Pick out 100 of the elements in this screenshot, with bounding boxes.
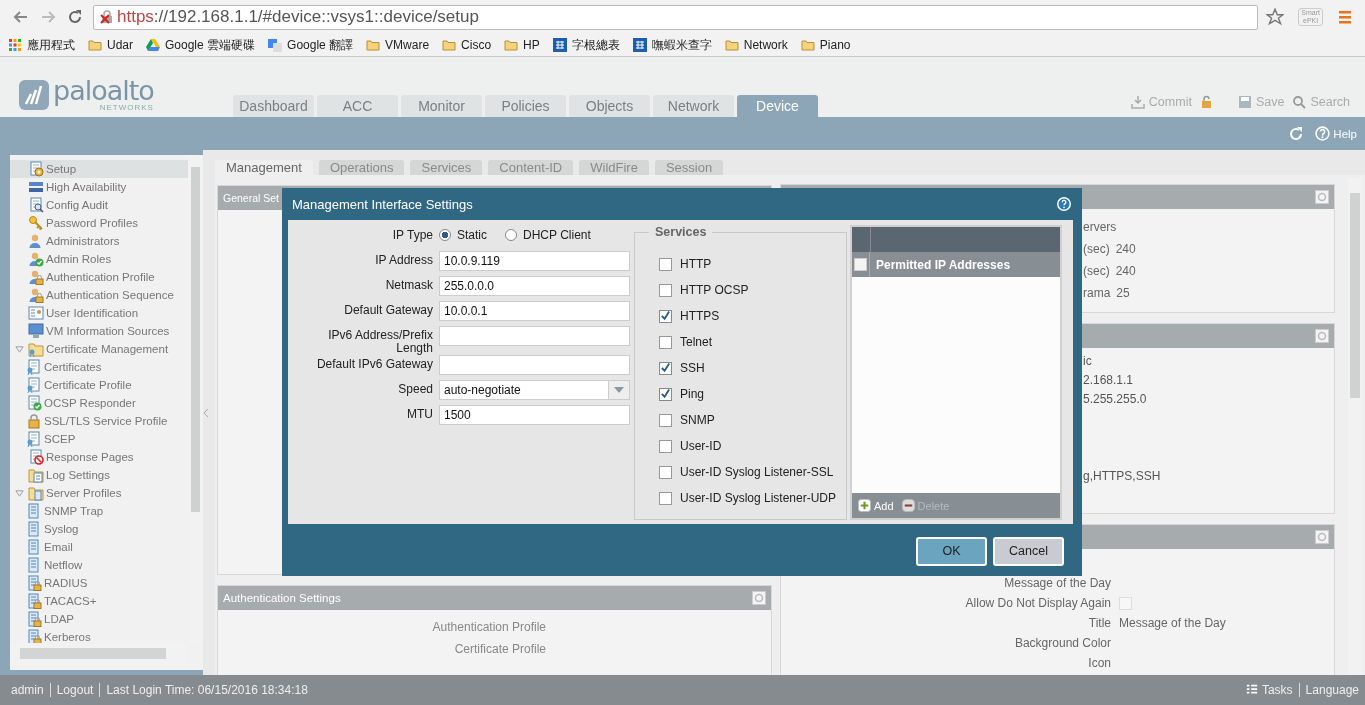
nav-tab[interactable]: Network <box>653 95 734 117</box>
bookmark[interactable]: 嘸蝦米查字 <box>632 36 712 54</box>
bookmark[interactable]: VMware <box>366 38 430 52</box>
tree-item[interactable]: TACACS+ <box>10 592 188 610</box>
tab[interactable]: Services <box>410 160 483 175</box>
radio-button[interactable]: Static <box>439 226 487 244</box>
tree-item[interactable]: Certificates <box>10 358 188 376</box>
reload-icon[interactable] <box>67 9 83 25</box>
text-field[interactable]: 1500 <box>439 405 630 425</box>
tree-item[interactable]: SNMP Trap <box>10 502 188 520</box>
tree-item[interactable]: SSL/TLS Service Profile <box>10 412 188 430</box>
tree-item[interactable]: Netflow <box>10 556 188 574</box>
checkbox[interactable]: Ping <box>659 381 846 407</box>
checkbox[interactable]: User-ID Syslog Listener-UDP <box>659 485 846 511</box>
checkbox[interactable]: SNMP <box>659 407 846 433</box>
text-field[interactable]: 255.0.0.0 <box>439 276 630 296</box>
tree-item[interactable]: Certificate Profile <box>10 376 188 394</box>
tab[interactable]: Content-ID <box>488 160 574 175</box>
add-button[interactable]: Add <box>858 499 894 512</box>
tree-item[interactable]: OCSP Responder <box>10 394 188 412</box>
tree-item[interactable]: Config Audit <box>10 196 188 214</box>
tree-toggle-icon[interactable] <box>15 344 24 354</box>
server-folder-icon <box>28 485 44 501</box>
tree-item[interactable]: SCEP <box>10 430 188 448</box>
refresh-icon[interactable] <box>1289 126 1304 141</box>
tree-toggle-icon[interactable] <box>15 488 24 498</box>
gear-icon[interactable] <box>752 591 766 605</box>
bookmark[interactable]: HP <box>504 38 540 52</box>
checkbox[interactable]: User-ID Syslog Listener-SSL <box>659 459 846 485</box>
tree-item[interactable]: Authentication Profile <box>10 268 188 286</box>
nav-tab[interactable]: Objects <box>569 95 650 117</box>
dropdown[interactable]: auto-negotiate <box>439 380 630 400</box>
text-field[interactable] <box>439 326 630 346</box>
language-link[interactable]: Language <box>1305 683 1359 697</box>
tree-item[interactable]: Administrators <box>10 232 188 250</box>
gear-icon[interactable] <box>1315 329 1329 343</box>
logout-link[interactable]: Logout <box>56 683 94 697</box>
tree-item[interactable]: Email <box>10 538 188 556</box>
text-field[interactable]: 10.0.0.1 <box>439 301 630 321</box>
tree-item[interactable]: Syslog <box>10 520 188 538</box>
nav-tab[interactable]: Device <box>737 95 818 117</box>
tree-item[interactable]: Response Pages <box>10 448 188 466</box>
tree-item[interactable]: High Availability <box>10 178 188 196</box>
collapse-handle-icon[interactable] <box>203 407 209 418</box>
tree-item[interactable]: Authentication Sequence <box>10 286 188 304</box>
checkbox[interactable]: HTTPS <box>659 303 846 329</box>
radio-button[interactable]: DHCP Client <box>505 226 591 244</box>
ok-button[interactable]: OK <box>916 536 987 566</box>
back-icon[interactable] <box>13 9 29 25</box>
gear-icon[interactable] <box>1315 190 1329 204</box>
text-field[interactable]: 10.0.9.119 <box>439 251 630 271</box>
url-text: ://192.168.1.1/#device::vsys1::device/setup <box>153 7 479 27</box>
tree-item[interactable]: Certificate Management <box>10 340 188 358</box>
nav-tab[interactable]: ACC <box>317 95 398 117</box>
tree-item[interactable]: User Identification <box>10 304 188 322</box>
menu-icon[interactable] <box>1337 9 1353 25</box>
tree-item[interactable]: RADIUS <box>10 574 188 592</box>
select-all-checkbox[interactable] <box>854 258 867 271</box>
tree-item[interactable]: Password Profiles <box>10 214 188 232</box>
help-icon[interactable] <box>1056 196 1072 212</box>
tab[interactable]: Session <box>654 160 724 175</box>
nav-tab[interactable]: Monitor <box>401 95 482 117</box>
folder-icon <box>88 38 102 52</box>
cancel-button[interactable]: Cancel <box>993 536 1064 566</box>
bookmark[interactable]: 字根總表 <box>552 36 620 54</box>
checkbox[interactable] <box>1119 596 1132 610</box>
tree-item[interactable]: Server Profiles <box>10 484 188 502</box>
checkbox[interactable]: Telnet <box>659 329 846 355</box>
bookmark[interactable]: Google 翻譯 <box>268 36 354 54</box>
bookmark[interactable]: 應用程式 <box>8 36 75 54</box>
bookmark[interactable]: Udar <box>88 38 133 52</box>
tree-item[interactable]: Admin Roles <box>10 250 188 268</box>
tree-item[interactable]: VM Information Sources <box>10 322 188 340</box>
tab[interactable]: Operations <box>318 160 405 175</box>
gear-icon[interactable] <box>1315 530 1329 544</box>
checkbox[interactable]: User-ID <box>659 433 846 459</box>
bookmark[interactable]: Cisco <box>442 38 492 52</box>
text-field[interactable] <box>439 355 630 375</box>
bookmark[interactable]: Network <box>724 38 788 52</box>
tree-item[interactable]: Setup <box>10 160 188 178</box>
certificate-check-icon <box>26 395 42 411</box>
document-search-icon <box>28 197 44 213</box>
padlock-icon[interactable] <box>1199 95 1214 109</box>
nav-tab[interactable]: Dashboard <box>233 95 314 117</box>
field-label: Certificate Profile <box>453 641 546 658</box>
tab[interactable]: WildFire <box>579 160 649 175</box>
tab[interactable]: Management <box>215 160 313 175</box>
forward-icon[interactable] <box>40 9 56 25</box>
help-button[interactable]: Help <box>1315 126 1357 141</box>
tasks-button[interactable]: Tasks <box>1244 683 1293 697</box>
bookmark[interactable]: Google 雲端硬碟 <box>146 36 256 54</box>
nav-tab[interactable]: Policies <box>485 95 566 117</box>
checkbox[interactable]: SSH <box>659 355 846 381</box>
tree-item[interactable]: Log Settings <box>10 466 188 484</box>
tree-item[interactable]: LDAP <box>10 610 188 628</box>
checkbox[interactable]: HTTP <box>659 251 846 277</box>
star-icon[interactable] <box>1266 8 1285 26</box>
bookmark[interactable]: Piano <box>800 38 851 52</box>
address-field[interactable]: https://192.168.1.1/#device::vsys1::device/setup <box>93 4 1259 30</box>
checkbox[interactable]: HTTP OCSP <box>659 277 846 303</box>
